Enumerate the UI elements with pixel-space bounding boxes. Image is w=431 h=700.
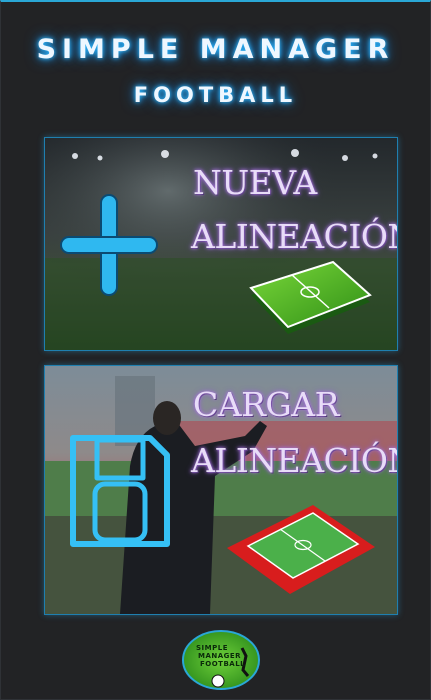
logo-text-line1: SIMPLE <box>196 644 228 652</box>
load-lineup-button[interactable]: CARGAR ALINEACIÓN <box>44 365 398 615</box>
logo-text-line2: MANAGER <box>198 652 242 660</box>
app-subtitle: FOOTBALL <box>133 83 298 107</box>
load-lineup-label-line1: CARGAR <box>193 385 339 424</box>
load-lineup-label-line2: ALINEACIÓN <box>191 441 398 480</box>
soccer-ball-icon <box>211 674 225 688</box>
app-title: SIMPLE MANAGER <box>36 34 395 65</box>
app-logo[interactable]: SIMPLE MANAGER FOOTBALL <box>182 630 260 690</box>
new-lineup-label-line1: NUEVA <box>193 163 317 202</box>
logo-text-line3: FOOTBALL <box>200 660 246 668</box>
new-lineup-button[interactable]: NUEVA ALINEACIÓN <box>44 137 398 351</box>
new-lineup-label-line2: ALINEACIÓN <box>191 217 398 256</box>
